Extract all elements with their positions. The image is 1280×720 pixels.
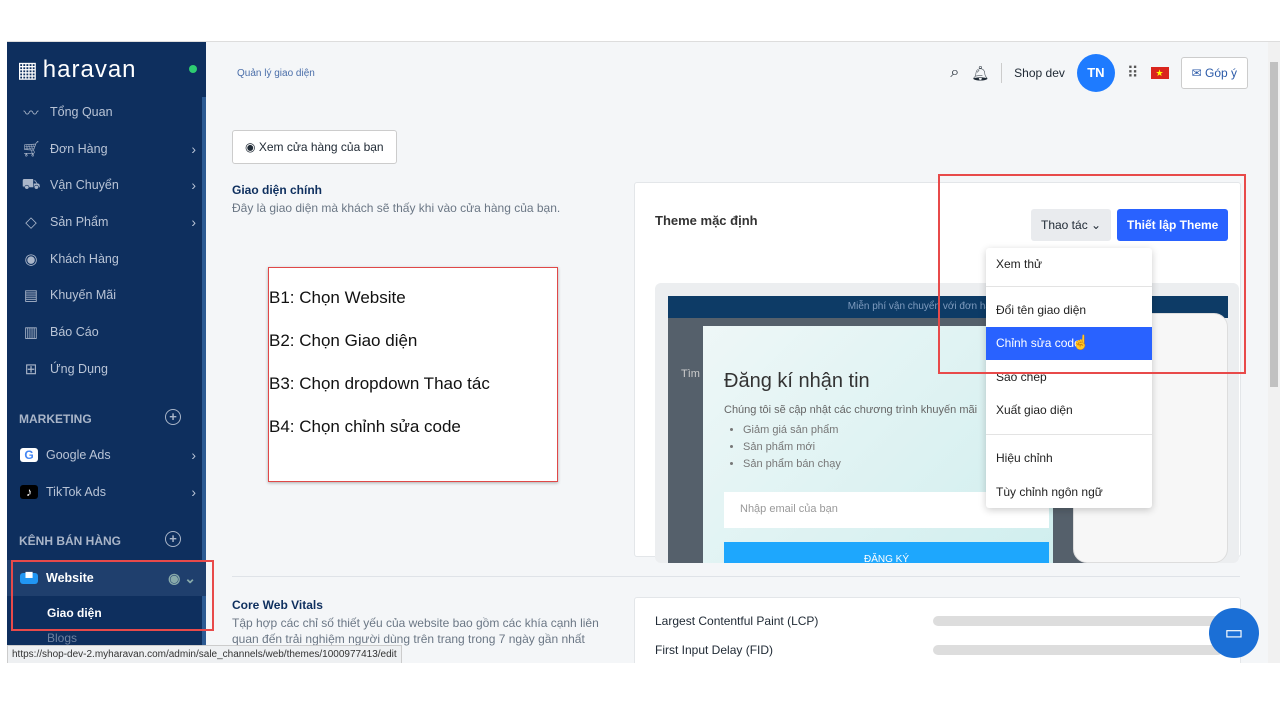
tag-icon: ◇ xyxy=(25,214,37,231)
label: Sản Phẩm xyxy=(50,215,109,229)
chevron-right-icon: › xyxy=(191,484,196,500)
step: B3: Chọn dropdown Thao tác xyxy=(269,374,490,393)
cwv-title: Core Web Vitals xyxy=(232,598,323,612)
avatar[interactable]: TN xyxy=(1076,54,1115,92)
lcp-bar xyxy=(933,616,1223,626)
label: Đơn Hàng xyxy=(50,142,108,156)
popup-title: Đăng kí nhận tin xyxy=(724,370,870,392)
label: Khuyến Mãi xyxy=(50,288,117,302)
divider xyxy=(1001,63,1003,83)
sidebar-item-san-pham[interactable]: ◇ Sản Phẩm › xyxy=(7,204,206,240)
eye-icon: ◉ xyxy=(245,140,259,154)
tiktok-icon: ♪ xyxy=(20,485,38,499)
chart-line-icon: 〰 xyxy=(23,104,39,122)
cart-icon: 🛒︎ xyxy=(21,141,41,158)
gift-icon: ▤ xyxy=(23,287,39,304)
sidebar-item-khach-hang[interactable]: ◉ Khách Hàng xyxy=(7,241,206,277)
step: B4: Chọn chỉnh sửa code xyxy=(269,417,461,436)
menu-item-language[interactable]: Tùy chỉnh ngôn ngữ xyxy=(986,476,1152,509)
menu-item-export[interactable]: Xuất giao diện xyxy=(986,394,1152,427)
haravan-logo[interactable]: ▦ haravan xyxy=(17,56,137,84)
bullet: Sản phẩm bán chạy xyxy=(743,456,841,473)
label: Google Ads xyxy=(46,448,111,462)
shop-name[interactable]: Shop dev xyxy=(1014,66,1065,80)
user-circle-icon: ◉ xyxy=(24,251,38,268)
cwv-desc: Tập hợp các chỉ số thiết yếu của website… xyxy=(232,616,599,646)
chat-button[interactable]: ▭ xyxy=(1209,608,1259,658)
truck-icon: ⛟ xyxy=(21,175,41,193)
page-scrollbar[interactable] xyxy=(1268,42,1280,663)
app-window: ▦ haravan 〰 Tổng Quan 🛒︎ Đơn Hàng › ⛟ Vận Chu… xyxy=(7,41,1280,663)
apps-grid-icon[interactable]: ⠿ xyxy=(1127,63,1139,83)
theme-name: Theme mặc định xyxy=(655,213,758,228)
main-content: Quản lý giao diện ⌕ 🔔︎ Shop dev TN ⠿ ★ ✉… xyxy=(206,42,1280,663)
chat-icon: ▭ xyxy=(1224,622,1244,644)
chevron-right-icon: › xyxy=(191,447,196,463)
sidebar-item-ung-dung[interactable]: ⊞ Ứng Dụng xyxy=(7,351,206,387)
status-bar-url: https://shop-dev-2.myharavan.com/admin/s… xyxy=(7,645,402,663)
feedback-label: Góp ý xyxy=(1204,66,1237,80)
popup-desc: Chúng tôi sẽ cập nhật các chương trình k… xyxy=(724,404,978,416)
label: Vận Chuyển xyxy=(50,178,119,192)
label: Ứng Dụng xyxy=(50,362,108,376)
bell-icon[interactable]: 🔔︎ xyxy=(971,65,989,82)
sidebar-item-tong-quan[interactable]: 〰 Tổng Quan xyxy=(7,94,206,130)
sidebar-item-van-chuyen[interactable]: ⛟ Vận Chuyển › xyxy=(7,167,206,203)
label: Tổng Quan xyxy=(50,105,113,119)
view-store-button[interactable]: ◉ Xem cửa hàng của bạn xyxy=(232,130,397,164)
sales-channels-section: KÊNH BÁN HÀNG + xyxy=(19,531,181,548)
fid-bar xyxy=(933,645,1223,655)
sidebar-item-google-ads[interactable]: G Google Ads › xyxy=(7,437,206,473)
divider xyxy=(986,434,1152,435)
scroll-thumb[interactable] xyxy=(1270,62,1278,387)
annotation-steps: B1: Chọn Website B2: Chọn Giao diện B3: … xyxy=(268,267,558,482)
logo-bag-icon: ▦ xyxy=(17,57,39,82)
main-theme-title: Giao diện chính xyxy=(232,183,323,197)
label: Xem cửa hàng của bạn xyxy=(258,140,384,154)
breadcrumb[interactable]: Quản lý giao diện xyxy=(237,68,315,79)
preview-search: Tìm xyxy=(681,368,700,380)
chevron-right-icon: › xyxy=(191,177,196,193)
feedback-button[interactable]: ✉ Góp ý xyxy=(1180,57,1248,89)
search-icon[interactable]: ⌕ xyxy=(950,64,959,82)
bullet: Giảm giá sản phẩm xyxy=(743,422,841,439)
online-status-dot xyxy=(189,65,197,73)
top-bar: ⌕ 🔔︎ Shop dev TN ⠿ ★ ✉ Góp ý xyxy=(950,54,1280,92)
sidebar-item-bao-cao[interactable]: ▥ Báo Cáo xyxy=(7,314,206,350)
label: Khách Hàng xyxy=(50,252,119,266)
add-channel-icon[interactable]: + xyxy=(165,531,181,547)
brand-name: haravan xyxy=(42,56,137,83)
menu-item-customize[interactable]: Hiệu chỉnh xyxy=(986,442,1152,475)
subscribe-button[interactable]: ĐĂNG KÝ xyxy=(724,542,1049,563)
annotation-box-actions xyxy=(938,174,1246,374)
marketing-section: MARKETING + xyxy=(19,409,181,426)
cwv-card: Largest Contentful Paint (LCP) First Inp… xyxy=(634,597,1241,663)
vietnam-flag-icon[interactable]: ★ xyxy=(1150,67,1169,79)
annotation-box-website xyxy=(11,560,214,631)
sidebar-item-tiktok-ads[interactable]: ♪ TikTok Ads › xyxy=(7,474,206,510)
bullet: Sản phẩm mới xyxy=(743,439,841,456)
add-marketing-icon[interactable]: + xyxy=(165,409,181,425)
chevron-right-icon: › xyxy=(191,141,196,157)
step: B2: Chọn Giao diện xyxy=(269,331,418,350)
sidebar-item-khuyen-mai[interactable]: ▤ Khuyến Mãi xyxy=(7,277,206,313)
metric-fid: First Input Delay (FID) xyxy=(655,643,774,657)
mail-icon: ✉ xyxy=(1191,66,1205,80)
chevron-right-icon: › xyxy=(191,214,196,230)
google-icon: G xyxy=(20,448,38,462)
apps-icon: ⊞ xyxy=(24,361,38,378)
sidebar-item-don-hang[interactable]: 🛒︎ Đơn Hàng › xyxy=(7,131,206,167)
section-title: MARKETING xyxy=(19,412,92,426)
step: B1: Chọn Website xyxy=(269,288,406,307)
divider xyxy=(232,576,1240,577)
label: Báo Cáo xyxy=(50,325,99,339)
report-icon: ▥ xyxy=(23,324,39,341)
sidebar-sub-blogs[interactable]: Blogs xyxy=(47,631,77,645)
metric-lcp: Largest Contentful Paint (LCP) xyxy=(655,614,819,628)
label: TikTok Ads xyxy=(46,485,106,499)
main-theme-desc: Đây là giao diện mà khách sẽ thấy khi và… xyxy=(232,201,561,215)
section-title: KÊNH BÁN HÀNG xyxy=(19,534,121,548)
